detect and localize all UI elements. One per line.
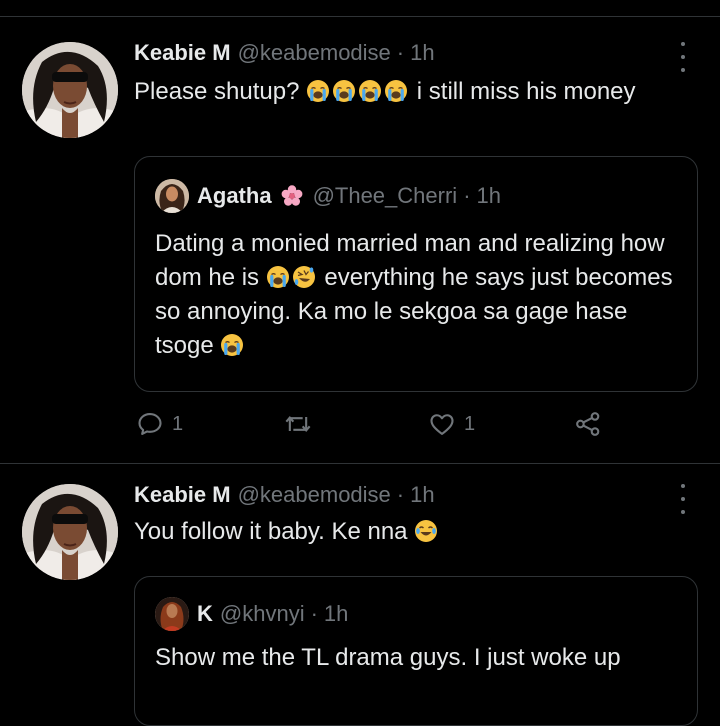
display-name[interactable]: Keabie M: [134, 482, 231, 508]
like-count: 1: [464, 412, 476, 435]
reply-count: 1: [172, 412, 184, 435]
avatar[interactable]: [22, 42, 118, 138]
profile-photo: [22, 42, 118, 138]
retweet-icon: [285, 415, 311, 433]
timestamp[interactable]: 1h: [410, 40, 434, 66]
quoted-tweet-text: Show me the TL drama guys. I just woke u…: [155, 644, 621, 671]
reply-icon: [138, 413, 162, 435]
like-button[interactable]: 1: [428, 410, 475, 438]
tweet-text-part-1: Please shutup?: [134, 78, 300, 105]
face-with-tears-of-joy-icon: [414, 519, 438, 543]
tweet-1[interactable]: Keabie M @keabemodise · 1h Please shutup…: [0, 0, 720, 460]
quoted-timestamp[interactable]: 1h: [477, 183, 501, 209]
user-handle[interactable]: @keabemodise: [238, 40, 391, 66]
tweet-text: Please shutup? i still miss his money: [134, 74, 694, 110]
share-icon: [576, 412, 600, 436]
profile-photo: [22, 484, 118, 580]
tweet-text-part-2: i still miss his money: [410, 78, 636, 105]
quoted-user-handle[interactable]: @Thee_Cherri: [313, 183, 458, 209]
loudly-crying-face-icon: [384, 79, 408, 103]
quoted-avatar[interactable]: [155, 597, 189, 631]
heart-icon: [430, 414, 454, 435]
separator-dot: ·: [396, 40, 405, 65]
avatar[interactable]: [22, 484, 118, 580]
separator-dot: ·: [310, 601, 318, 626]
loudly-crying-face-icon: [332, 79, 356, 103]
loudly-crying-face-icon: [220, 333, 244, 357]
more-options-icon[interactable]: [676, 42, 690, 72]
quoted-avatar[interactable]: [155, 179, 189, 213]
tweet-2[interactable]: Keabie M @keabemodise · 1h You follow it…: [0, 464, 720, 726]
reply-button[interactable]: 1: [136, 410, 183, 438]
share-button[interactable]: [574, 410, 602, 438]
cherry-blossom-icon: [280, 184, 304, 208]
quoted-profile-photo: [155, 179, 189, 213]
tweet-text-part-1: You follow it baby. Ke nna: [134, 518, 415, 545]
tweet-text: You follow it baby. Ke nna: [134, 514, 694, 550]
quoted-profile-photo: [155, 597, 189, 631]
loudly-crying-face-icon: [358, 79, 382, 103]
rolling-on-floor-laughing-icon: [292, 265, 316, 289]
quoted-timestamp[interactable]: 1h: [324, 601, 348, 627]
display-name[interactable]: Keabie M: [134, 40, 231, 66]
quoted-display-name[interactable]: K: [197, 601, 213, 627]
quoted-tweet[interactable]: K @khvnyi · 1h Show me the TL drama guys…: [134, 576, 698, 726]
retweet-button[interactable]: [284, 410, 312, 438]
quoted-tweet-text: Dating a monied married man and realizin…: [155, 227, 675, 363]
separator-dot: ·: [396, 482, 405, 507]
quoted-display-name[interactable]: Agatha: [197, 183, 272, 209]
tweet-actions: 1 1: [0, 410, 720, 446]
quoted-tweet-header: Agatha @Thee_Cherri · 1h: [155, 179, 501, 213]
loudly-crying-face-icon: [266, 265, 290, 289]
user-handle[interactable]: @keabemodise: [238, 482, 391, 508]
tweet-header: Keabie M @keabemodise · 1h: [134, 482, 435, 508]
timestamp[interactable]: 1h: [410, 482, 434, 508]
quoted-user-handle[interactable]: @khvnyi: [220, 601, 305, 627]
quoted-tweet-header: K @khvnyi · 1h: [155, 597, 348, 631]
more-options-icon[interactable]: [676, 484, 690, 514]
separator-dot: ·: [463, 183, 471, 208]
quoted-tweet[interactable]: Agatha @Thee_Cherri · 1h Dating a monied…: [134, 156, 698, 392]
loudly-crying-face-icon: [306, 79, 330, 103]
tweet-header: Keabie M @keabemodise · 1h: [134, 40, 435, 66]
